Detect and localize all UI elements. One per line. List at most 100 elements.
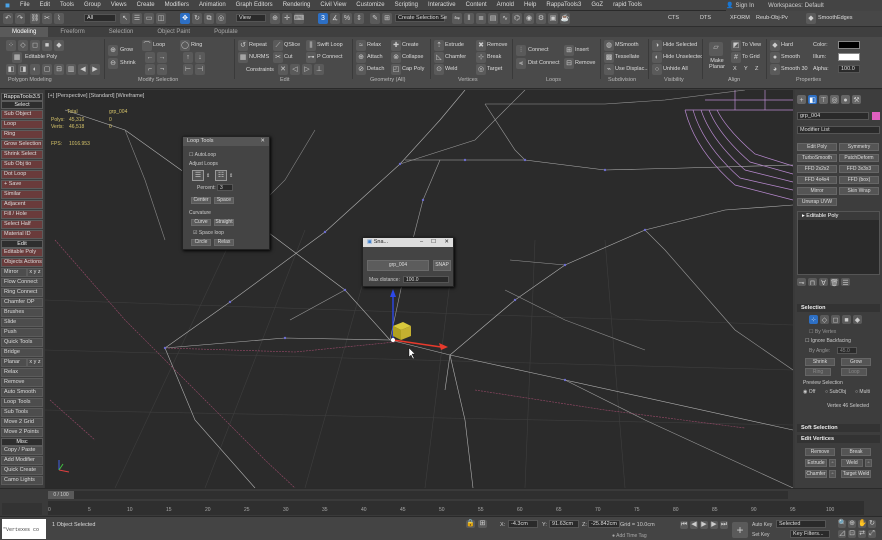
use-soft-selection-icon[interactable]: ◐ xyxy=(30,64,40,75)
section-vertices[interactable]: Vertices xyxy=(458,77,478,83)
extrude-icon[interactable]: ⇡ xyxy=(434,40,444,51)
target-button[interactable]: Target xyxy=(487,66,502,72)
loop-button[interactable]: Loop xyxy=(153,42,165,48)
loop-grow-icon[interactable]: → xyxy=(157,52,167,63)
object-name-input[interactable]: grp_004 xyxy=(797,112,869,120)
grow-icon[interactable]: ⊕ xyxy=(108,45,118,56)
pivot-icon[interactable]: ⊕ xyxy=(270,13,280,24)
time-slider-track[interactable]: 0 / 100 xyxy=(48,491,788,499)
rt-planar[interactable]: Planar xyxy=(1,358,27,367)
remove-loop-icon[interactable]: ⊟ xyxy=(564,58,574,69)
create-icon[interactable]: ✚ xyxy=(391,40,401,51)
align-z-button[interactable]: Z xyxy=(755,66,758,72)
minimize-icon[interactable]: – xyxy=(420,238,423,247)
hard-button[interactable]: Hard xyxy=(781,42,793,48)
menu-animation[interactable]: Animation xyxy=(194,2,231,8)
maximize-viewport-icon[interactable]: ⤢ xyxy=(868,530,876,538)
rt-move-2-grid[interactable]: Move 2 Grid xyxy=(1,418,43,427)
spinner-snap-icon[interactable]: ⇕ xyxy=(354,13,364,24)
color-swatch[interactable] xyxy=(838,41,860,49)
rt-objects-actions[interactable]: Objects Actions xyxy=(1,258,43,267)
section-align[interactable]: Align xyxy=(728,77,740,83)
repeat-button[interactable]: Repeat xyxy=(249,42,267,48)
rt-planar-axis[interactable]: x y z xyxy=(27,358,43,367)
remove-vertices-button[interactable]: Remove xyxy=(805,448,835,456)
section-geometry[interactable]: Geometry (All) xyxy=(370,77,405,83)
show-cage-icon[interactable]: ▢ xyxy=(42,64,52,75)
set-key-icon[interactable]: + xyxy=(732,522,748,538)
smooth30-icon[interactable]: ◕ xyxy=(770,64,780,75)
align-y-button[interactable]: Y xyxy=(744,66,748,72)
modify-mode-icon[interactable]: ◧ xyxy=(6,64,16,75)
xform-button[interactable]: XFORM xyxy=(730,15,750,21)
break-vertices-button[interactable]: Break xyxy=(841,448,871,456)
selection-rollout-header[interactable]: Selection xyxy=(797,304,880,312)
constraint-normal-icon[interactable]: ⊥ xyxy=(314,64,324,75)
rt-ring[interactable]: Ring xyxy=(1,130,43,139)
space-button[interactable]: Space xyxy=(214,197,234,204)
section-modify-selection[interactable]: Modify Selection xyxy=(138,77,178,83)
move-icon[interactable]: ✥ xyxy=(180,13,190,24)
remove-icon[interactable]: ✖ xyxy=(476,40,486,51)
section-edit[interactable]: Edit xyxy=(280,77,289,83)
lock-selection-icon[interactable]: 🔒 xyxy=(466,520,475,528)
loop-mode-icon[interactable]: ⌒ xyxy=(142,40,152,51)
cts-button[interactable]: CTS xyxy=(668,15,679,21)
motion-tab-icon[interactable]: ◎ xyxy=(830,95,839,104)
chamfer-vertices-button[interactable]: Chamfer xyxy=(805,470,827,478)
modifier-list-dropdown[interactable]: Modifier List xyxy=(797,126,880,134)
hierarchy-tab-icon[interactable]: ⊤ xyxy=(819,95,828,104)
attach-button[interactable]: Attach xyxy=(367,54,383,60)
show-end-result-stack-icon[interactable]: ⊓ xyxy=(808,278,817,287)
rt-select-half[interactable]: Select Half xyxy=(1,220,43,229)
zoom-extents-icon[interactable]: ⊡ xyxy=(848,530,856,538)
shrink-selection-button[interactable]: Shrink xyxy=(805,358,835,366)
rt-loop[interactable]: Loop xyxy=(1,120,43,129)
expand-icon[interactable]: ▸ xyxy=(802,213,805,219)
cut-icon[interactable]: ✂ xyxy=(273,52,283,63)
rt-chamfer-op[interactable]: Chamfer OP xyxy=(1,298,43,307)
close-icon[interactable]: ✕ xyxy=(444,238,449,247)
msmooth-button[interactable]: MSmooth xyxy=(615,42,639,48)
rect-select-icon[interactable]: ▭ xyxy=(144,13,154,24)
pin-stack-icon[interactable]: ⊸ xyxy=(797,278,806,287)
autoloop-checkbox[interactable]: ☐ AutoLoop xyxy=(189,152,216,158)
ring-mode-2-icon[interactable]: ⊢ xyxy=(183,64,193,75)
tab-populate[interactable]: Populate xyxy=(202,27,250,37)
key-set-dropdown[interactable]: Selected xyxy=(776,520,826,528)
align-x-button[interactable]: X xyxy=(733,66,737,72)
cut-button[interactable]: Cut xyxy=(284,54,293,60)
hide-selected-button[interactable]: Hide Selected xyxy=(663,42,697,48)
hide-unselected-button[interactable]: Hide Unselected xyxy=(663,54,703,60)
loop-selection-button[interactable]: Loop xyxy=(841,368,867,376)
menu-rapid-tools[interactable]: rapid Tools xyxy=(608,2,647,8)
insert-loop-button[interactable]: Insert xyxy=(575,47,589,53)
go-to-end-icon[interactable]: ⏭ xyxy=(720,521,728,529)
relax-button[interactable]: Relax xyxy=(367,42,381,48)
unhide-all-button[interactable]: Unhide All xyxy=(663,66,688,72)
extrude-vertices-button[interactable]: Extrude xyxy=(805,459,827,467)
menu-views[interactable]: Views xyxy=(106,2,132,8)
toggle-ribbon-icon[interactable]: ▤ xyxy=(488,13,498,24)
qslice-icon[interactable]: ⟋ xyxy=(273,40,283,51)
curve-button[interactable]: Curve xyxy=(191,219,211,226)
menu-modifiers[interactable]: Modifiers xyxy=(160,2,194,8)
border-subobj-icon[interactable]: ◻ xyxy=(831,315,840,324)
element-mode-icon[interactable]: ◆ xyxy=(54,40,64,51)
key-filters-button[interactable]: Key Filters... xyxy=(790,530,830,538)
perspective-viewport[interactable]: [+] [Perspective] [Standard] [Wireframe]… xyxy=(45,90,793,488)
menu-edit[interactable]: Edit xyxy=(35,2,55,8)
illum-swatch[interactable] xyxy=(838,53,860,61)
relax-loop-button[interactable]: Relax xyxy=(214,239,234,246)
pconnect-icon[interactable]: ⊶ xyxy=(306,52,316,63)
percent-snap-icon[interactable]: % xyxy=(342,13,352,24)
stack-item-editable-poly[interactable]: ▸ Editable Poly xyxy=(798,212,879,220)
ring-mode-icon[interactable]: ◯ xyxy=(180,40,190,51)
tessellate-button[interactable]: Tessellate xyxy=(615,54,639,60)
ring-shrink-icon[interactable]: ↑ xyxy=(183,52,193,63)
to-view-icon[interactable]: ◩ xyxy=(731,40,741,51)
menu-create[interactable]: Create xyxy=(132,2,160,8)
menu-help[interactable]: Help xyxy=(519,2,541,8)
mod-turbosmooth-button[interactable]: TurboSmooth xyxy=(797,154,837,162)
rt-mirror[interactable]: Mirror xyxy=(1,268,27,277)
